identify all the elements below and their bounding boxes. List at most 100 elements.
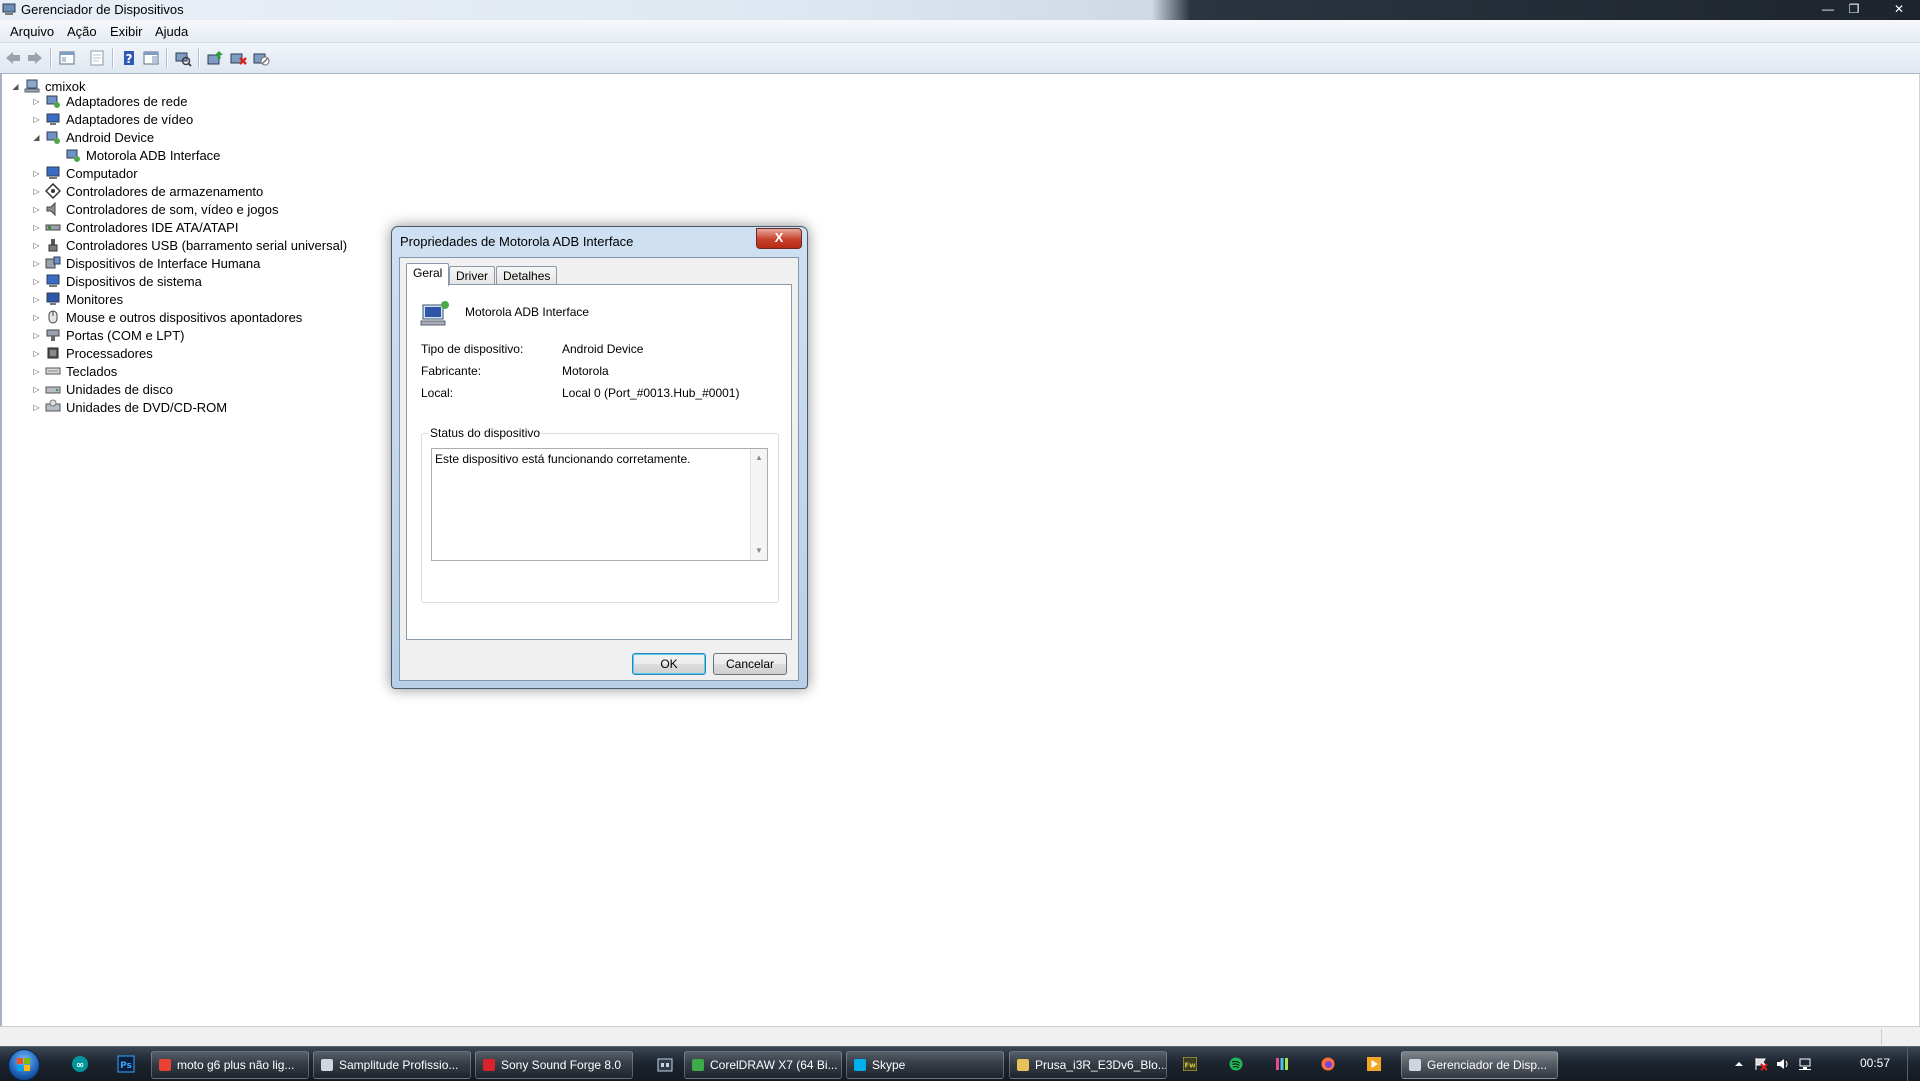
expand-arrow-icon[interactable]: ▷	[32, 169, 41, 178]
expand-arrow-icon[interactable]: ▷	[32, 115, 41, 124]
tree-category-item[interactable]: ▷ Controladores IDE ATA/ATAPI	[32, 218, 238, 236]
expand-arrow-icon[interactable]: ▷	[32, 331, 41, 340]
taskbar-button[interactable]: CorelDRAW X7 (64 Bi...	[684, 1051, 842, 1079]
app-window-icon[interactable]	[656, 1056, 674, 1074]
display-adapter-icon	[45, 111, 61, 127]
tree-item-label: Computador	[66, 165, 138, 181]
fireworks-icon[interactable]: Fw	[1183, 1057, 1197, 1071]
taskbar-button[interactable]: Prusa_i3R_E3Dv6_Blo...	[1009, 1051, 1167, 1079]
tab-driver[interactable]: Driver	[449, 266, 495, 285]
tree-category-item[interactable]: ▷ Controladores de armazenamento	[32, 182, 263, 200]
help-icon[interactable]: ?	[120, 49, 138, 67]
prop-label-manufacturer: Fabricante:	[421, 364, 482, 378]
spotify-icon[interactable]	[1229, 1057, 1243, 1071]
expand-arrow-icon[interactable]: ▷	[32, 187, 41, 196]
expand-arrow-icon[interactable]: ▷	[32, 313, 41, 322]
maximize-button[interactable]: ❐	[1842, 0, 1866, 18]
scroll-up-icon[interactable]: ▲	[755, 453, 763, 462]
start-button[interactable]	[8, 1049, 40, 1081]
expand-arrow-icon[interactable]: ▷	[32, 403, 41, 412]
tab-geral[interactable]: Geral	[406, 263, 450, 286]
forward-arrow-icon[interactable]	[26, 49, 44, 67]
uninstall-device-icon[interactable]	[229, 49, 247, 67]
collapse-arrow-icon[interactable]: ◢	[32, 133, 41, 142]
taskbar-button[interactable]: Samplitude Profissio...	[313, 1051, 471, 1079]
expand-arrow-icon[interactable]: ▷	[32, 277, 41, 286]
menu-acao[interactable]: Ação	[67, 24, 97, 39]
action-pane-icon[interactable]	[142, 49, 160, 67]
network-icon[interactable]	[1798, 1057, 1812, 1071]
system-device-icon	[45, 273, 61, 289]
keyboard-icon	[45, 363, 61, 379]
port-icon	[45, 327, 61, 343]
menu-arquivo[interactable]: Arquivo	[10, 24, 54, 39]
disable-device-icon[interactable]	[252, 49, 270, 67]
taskbar-button[interactable]: Gerenciador de Disp...	[1401, 1051, 1558, 1079]
status-bar-divider	[1881, 1029, 1882, 1045]
back-arrow-icon[interactable]	[4, 49, 22, 67]
tree-item-label: Unidades de disco	[66, 381, 173, 397]
expand-arrow-icon[interactable]: ▷	[32, 259, 41, 268]
tree-category-item[interactable]: ▷ Processadores	[32, 344, 152, 362]
toolbar-separator	[50, 48, 52, 68]
processor-icon	[45, 345, 61, 361]
colorbars-icon[interactable]	[1275, 1057, 1289, 1071]
scroll-down-icon[interactable]: ▼	[755, 546, 763, 555]
taskbar-button[interactable]: Sony Sound Forge 8.0	[475, 1051, 633, 1079]
action-center-flag-icon[interactable]	[1754, 1057, 1768, 1071]
tree-item-label: Unidades de DVD/CD-ROM	[66, 399, 228, 415]
tree-category-item[interactable]: ▷ Adaptadores de vídeo	[32, 110, 193, 128]
tree-child-item[interactable]: Motorola ADB Interface	[52, 146, 220, 164]
console-tree-icon[interactable]	[58, 49, 76, 67]
tree-category-item[interactable]: ▷ Mouse e outros dispositivos apontadores	[32, 308, 302, 326]
tree-category-item[interactable]: ◢ Android Device	[32, 128, 154, 146]
prop-value-manufacturer: Motorola	[562, 364, 609, 378]
taskbar-button-label: Skype	[872, 1058, 906, 1072]
tab-detalhes[interactable]: Detalhes	[496, 266, 558, 285]
scan-hardware-icon[interactable]	[174, 49, 192, 67]
media-icon[interactable]	[1367, 1057, 1381, 1071]
device-status-textbox[interactable]: Este dispositivo está funcionando corret…	[431, 448, 768, 561]
expand-arrow-icon[interactable]: ▷	[32, 367, 41, 376]
cancel-button[interactable]: Cancelar	[713, 653, 787, 675]
expand-arrow-icon[interactable]: ▷	[32, 295, 41, 304]
taskbar-button[interactable]: Skype	[846, 1051, 1004, 1079]
tree-category-item[interactable]: ▷ Unidades de DVD/CD-ROM	[32, 398, 227, 416]
volume-icon[interactable]	[1776, 1057, 1790, 1071]
arduino-icon[interactable]: ∞	[71, 1055, 89, 1073]
ok-button[interactable]: OK	[632, 653, 706, 675]
show-desktop-button[interactable]	[1907, 1047, 1920, 1081]
minimize-button[interactable]: —	[1816, 0, 1840, 18]
close-window-button[interactable]: ✕	[1880, 0, 1918, 18]
tree-category-item[interactable]: ▷ Dispositivos de Interface Humana	[32, 254, 260, 272]
monitor-icon	[45, 291, 61, 307]
status-scrollbar[interactable]: ▲ ▼	[750, 449, 767, 560]
tree-category-item[interactable]: ▷ Teclados	[32, 362, 117, 380]
expand-arrow-icon[interactable]: ▷	[32, 241, 41, 250]
menu-exibir[interactable]: Exibir	[110, 24, 143, 39]
expand-arrow-icon[interactable]: ▷	[32, 205, 41, 214]
tree-category-item[interactable]: ▷ Computador	[32, 164, 138, 182]
firefox-icon[interactable]	[1321, 1057, 1335, 1071]
tree-category-item[interactable]: ▷ Dispositivos de sistema	[32, 272, 201, 290]
tree-category-item[interactable]: ▷ Controladores de som, vídeo e jogos	[32, 200, 278, 218]
show-hidden-icons[interactable]	[1732, 1057, 1743, 1071]
tree-category-item[interactable]: ▷ Adaptadores de rede	[32, 92, 187, 110]
menu-ajuda[interactable]: Ajuda	[155, 24, 188, 39]
tree-category-item[interactable]: ▷ Monitores	[32, 290, 123, 308]
tree-category-item[interactable]: ▷ Portas (COM e LPT)	[32, 326, 184, 344]
collapse-arrow-icon[interactable]: ◢	[11, 82, 20, 91]
taskbar-button[interactable]: moto g6 plus não lig...	[151, 1051, 309, 1079]
update-driver-icon[interactable]	[206, 49, 224, 67]
expand-arrow-icon[interactable]: ▷	[32, 223, 41, 232]
properties-sheet-icon[interactable]	[88, 49, 106, 67]
expand-arrow-icon[interactable]: ▷	[32, 385, 41, 394]
taskbar-clock[interactable]: 00:57	[1860, 1056, 1890, 1070]
dialog-close-button[interactable]: X	[756, 228, 802, 249]
tree-category-item[interactable]: ▷ Controladores USB (barramento serial un…	[32, 236, 347, 254]
tree-category-item[interactable]: ▷ Unidades de disco	[32, 380, 173, 398]
expand-arrow-icon[interactable]: ▷	[32, 97, 41, 106]
expand-arrow-icon[interactable]: ▷	[32, 349, 41, 358]
photoshop-icon[interactable]: Ps	[117, 1055, 135, 1073]
taskbar-button-label: Sony Sound Forge 8.0	[501, 1058, 622, 1072]
